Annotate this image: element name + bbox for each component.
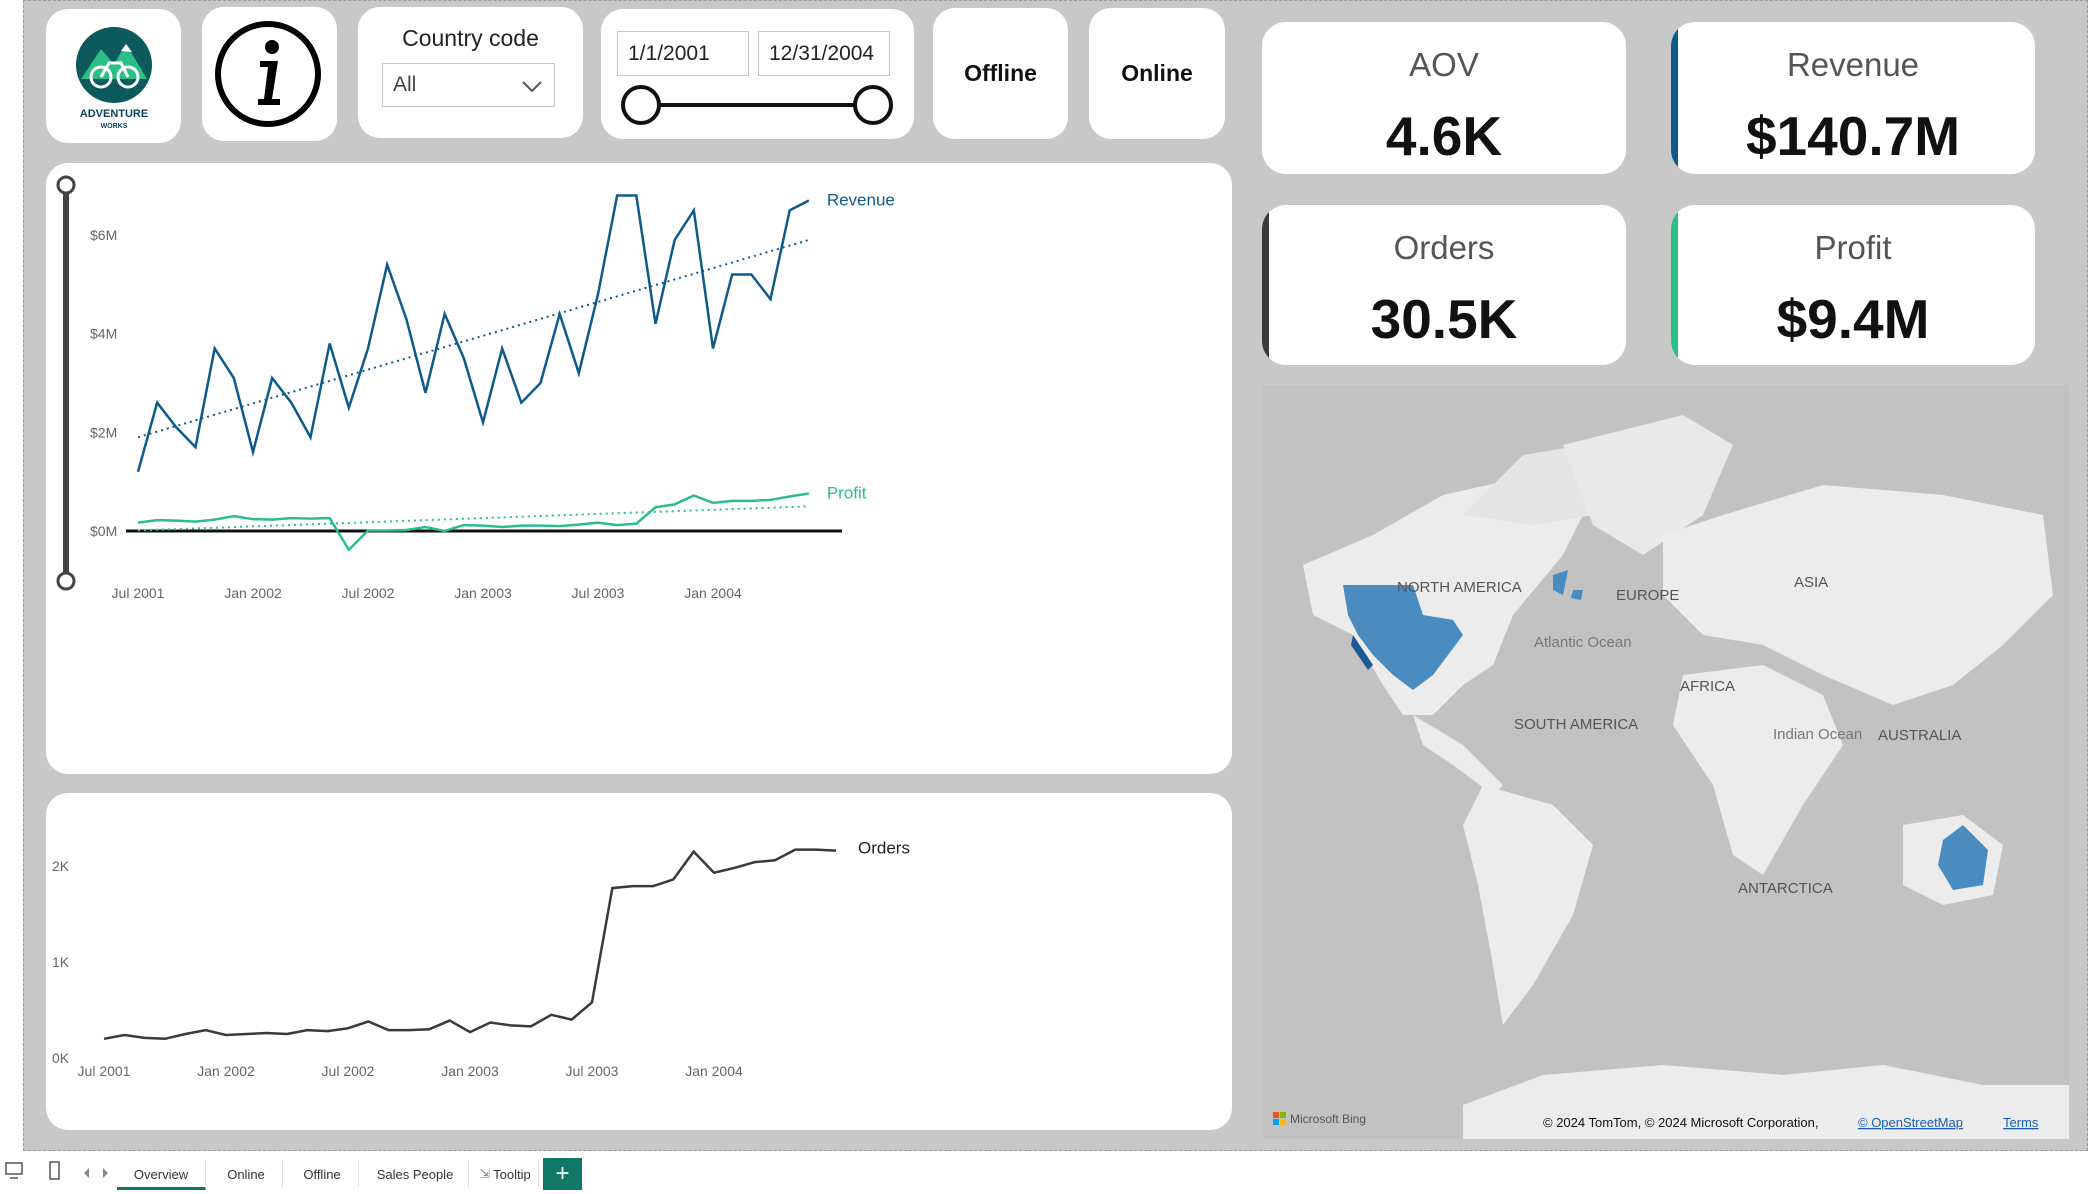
series-label-profit: Profit xyxy=(827,484,867,503)
series-line-revenue xyxy=(136,194,810,473)
desktop-view-icon[interactable] xyxy=(4,1161,28,1183)
map-label-south-america: SOUTH AMERICA xyxy=(1514,716,1638,733)
prev-page-icon[interactable] xyxy=(82,1167,92,1179)
country-dropdown[interactable]: All xyxy=(382,63,555,107)
tab-offline[interactable]: Offline xyxy=(286,1161,359,1187)
country-value: All xyxy=(393,73,417,96)
map-label-africa: AFRICA xyxy=(1680,678,1735,695)
map-label-north-america: NORTH AMERICA xyxy=(1397,579,1522,596)
y-tick-label: 0K xyxy=(52,1050,70,1066)
world-map[interactable]: NORTH AMERICA EUROPE ASIA Atlantic Ocean… xyxy=(1263,385,2069,1139)
country-slicer: Country code All xyxy=(358,7,583,138)
page-tab-bar: Overview Online Offline Sales People ⇲ To… xyxy=(0,1151,2098,1194)
series-label-orders: Orders xyxy=(858,839,910,858)
orders-chart: 0K 1K 2K Jul 2001 Jan 2002 Jul 2002 Jan 2003 Ju… xyxy=(46,793,1232,1130)
aov-label: AOV xyxy=(1409,46,1479,83)
tab-sales-people-label: Sales People xyxy=(376,1166,454,1182)
x-tick-label: Jan 2004 xyxy=(684,585,742,601)
tab-overview[interactable]: Overview xyxy=(117,1161,206,1190)
x-tick-label: Jan 2003 xyxy=(454,585,512,601)
map-svg: NORTH AMERICA EUROPE ASIA Atlantic Ocean… xyxy=(1263,385,2069,1139)
tab-online-label: Online xyxy=(227,1166,265,1182)
date-slider-start-handle[interactable] xyxy=(621,85,661,125)
add-page-button[interactable]: + xyxy=(543,1158,582,1190)
tab-online[interactable]: Online xyxy=(210,1161,283,1187)
orders-value: 30.5K xyxy=(1370,288,1518,350)
map-label-indian-ocean: Indian Ocean xyxy=(1773,726,1862,743)
date-slider xyxy=(621,85,893,125)
revenue-profit-chart: $0M $2M $4M $6M Jul 2001 Jan 2002 Jul 2002 Jan … xyxy=(46,163,1232,774)
terms-link[interactable]: Terms xyxy=(2003,1115,2039,1130)
tooltip-page-icon: ⇲ xyxy=(479,1166,491,1181)
mobile-view-icon[interactable] xyxy=(48,1160,62,1184)
trend-line-profit xyxy=(137,505,809,532)
y-tick-label: 2K xyxy=(52,858,70,874)
x-tick-label: Jul 2003 xyxy=(566,1063,619,1079)
offline-button[interactable]: Offline xyxy=(933,8,1068,139)
tab-tooltip[interactable]: ⇲ Tooltip xyxy=(472,1161,539,1187)
date-range-slicer: 1/1/2001 12/31/2004 xyxy=(601,9,914,139)
revenue-label: Revenue xyxy=(1786,46,1920,83)
x-tick-label: Jan 2002 xyxy=(197,1063,255,1079)
chevron-down-icon xyxy=(522,81,542,93)
revenue-card: Revenue $140.7M xyxy=(1671,22,2035,174)
y-tick-label: $6M xyxy=(90,227,117,243)
aov-card: AOV 4.6K xyxy=(1262,22,1626,174)
x-tick-label: Jan 2004 xyxy=(685,1063,743,1079)
x-tick-label: Jul 2003 xyxy=(572,585,625,601)
map-label-asia: ASIA xyxy=(1794,574,1828,591)
map-attribution: © 2024 TomTom, © 2024 Microsoft Corporat… xyxy=(1543,1115,1818,1130)
y-tick-label: $0M xyxy=(90,523,117,539)
tab-sales-people[interactable]: Sales People xyxy=(362,1161,469,1187)
profit-label: Profit xyxy=(1814,229,1892,266)
series-label-revenue: Revenue xyxy=(827,190,895,209)
profit-card: Profit $9.4M xyxy=(1671,205,2035,365)
series-line-orders xyxy=(103,848,837,1041)
logo-card: ADVENTURE WORKS xyxy=(46,9,181,143)
openstreetmap-link[interactable]: © OpenStreetMap xyxy=(1858,1115,1963,1130)
bing-label: Microsoft Bing xyxy=(1290,1112,1366,1126)
y-tick-label: 1K xyxy=(52,954,70,970)
x-tick-label: Jan 2003 xyxy=(441,1063,499,1079)
aov-value: 4.6K xyxy=(1385,105,1503,167)
map-label-australia: AUSTRALIA xyxy=(1878,727,1961,744)
next-page-icon[interactable] xyxy=(100,1167,110,1179)
info-button[interactable] xyxy=(202,7,337,141)
map-label-atlantic: Atlantic Ocean xyxy=(1534,634,1632,651)
x-tick-label: Jul 2002 xyxy=(322,1063,375,1079)
logo-text-1: ADVENTURE xyxy=(80,108,148,120)
map-label-antarctica: ANTARCTICA xyxy=(1738,880,1833,897)
x-tick-label: Jul 2001 xyxy=(112,585,165,601)
info-icon xyxy=(215,21,321,127)
x-tick-label: Jul 2002 xyxy=(342,585,395,601)
profit-value: $9.4M xyxy=(1776,288,1930,350)
date-slider-end-handle[interactable] xyxy=(853,85,893,125)
x-tick-label: Jul 2001 xyxy=(78,1063,131,1079)
logo-text-2: WORKS xyxy=(101,123,128,130)
orders-card: Orders 30.5K xyxy=(1262,205,1626,365)
trend-line-revenue xyxy=(137,238,810,439)
y-tick-label: $4M xyxy=(90,326,117,342)
country-label: Country code xyxy=(402,25,539,51)
y-tick-label: $2M xyxy=(90,424,117,440)
x-tick-label: Jan 2002 xyxy=(224,585,282,601)
map-label-europe: EUROPE xyxy=(1616,587,1679,604)
range-slider-bottom-handle xyxy=(56,571,76,591)
tab-tooltip-label: Tooltip xyxy=(493,1166,531,1182)
series-line-profit xyxy=(137,492,810,552)
orders-svg: 0K 1K 2K Jul 2001 Jan 2002 Jul 2002 Jan 2003 Ju… xyxy=(52,839,910,1079)
range-slider-top-handle xyxy=(56,175,76,195)
revenue-value: $140.7M xyxy=(1745,105,1961,167)
tab-overview-label: Overview xyxy=(133,1166,189,1182)
tab-offline-label: Offline xyxy=(303,1166,341,1182)
adventure-works-logo: ADVENTURE WORKS xyxy=(76,27,152,130)
revenue-profit-svg: $0M $2M $4M $6M Jul 2001 Jan 2002 Jul 2002 Jan … xyxy=(56,175,895,601)
online-button[interactable]: Online xyxy=(1089,8,1225,139)
orders-label: Orders xyxy=(1393,229,1495,266)
